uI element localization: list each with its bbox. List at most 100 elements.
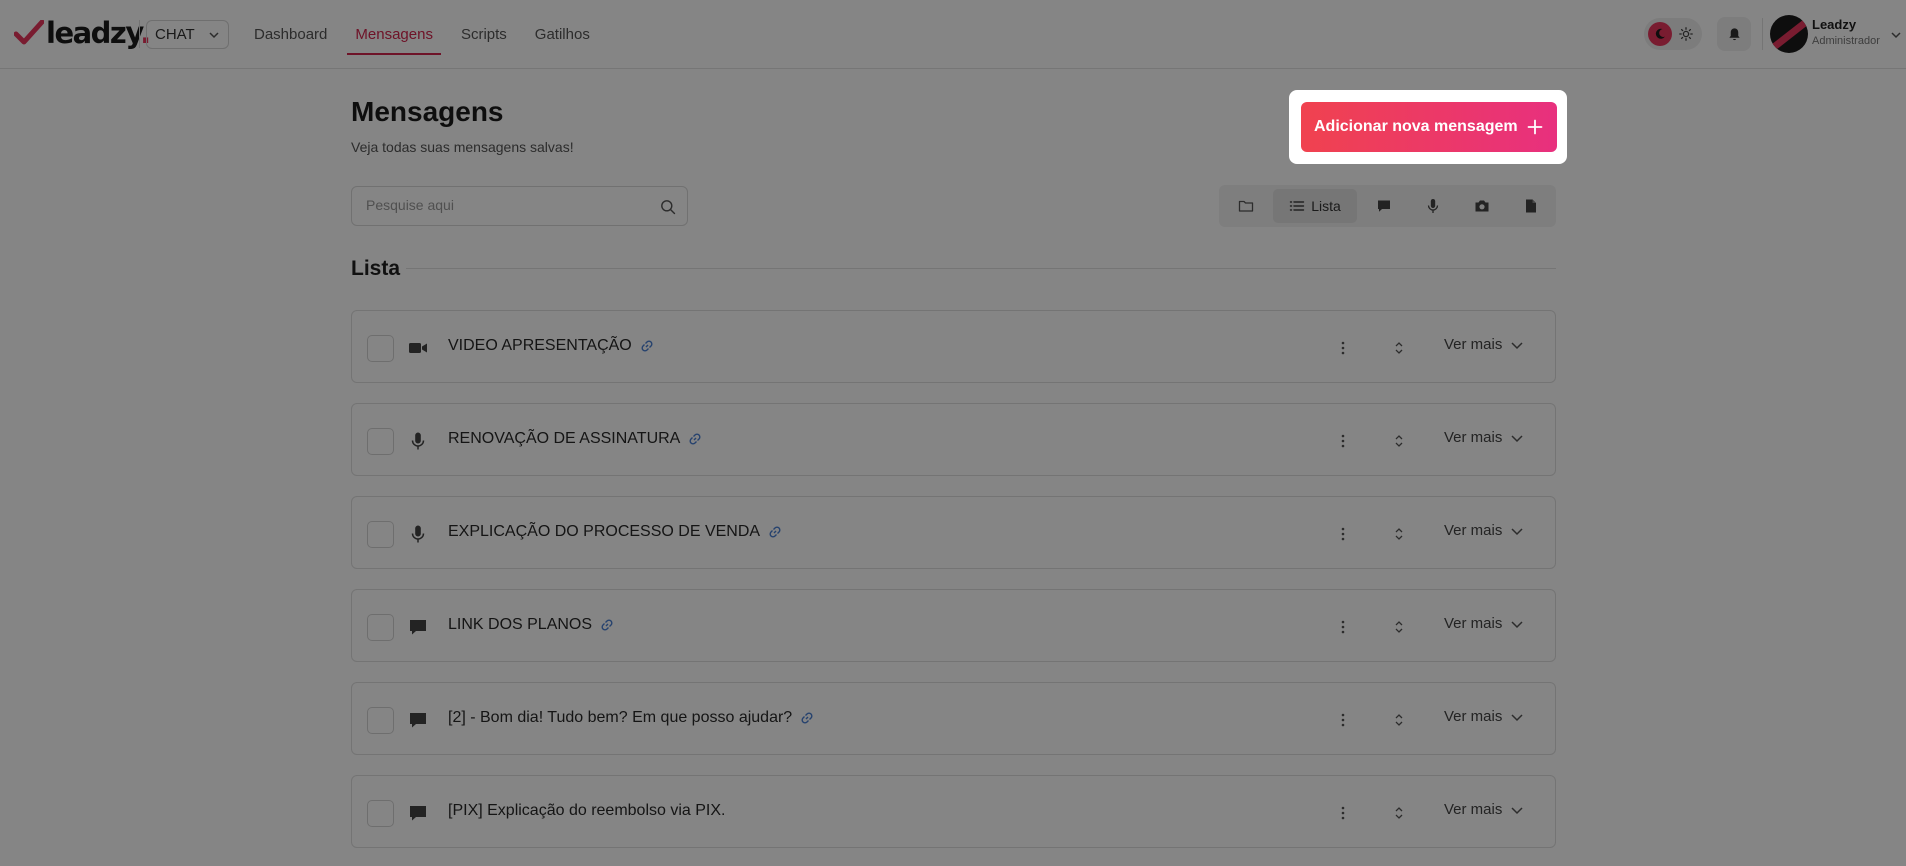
search-input[interactable] <box>366 197 646 213</box>
see-more-button[interactable]: Ver mais <box>1444 708 1524 725</box>
leadzy-logo[interactable]: leadzy. <box>14 16 151 50</box>
message-row[interactable]: RENOVAÇÃO DE ASSINATURA Ver mais <box>351 403 1556 476</box>
chat-bubble-icon <box>1378 200 1390 212</box>
kebab-menu-icon <box>1341 713 1345 727</box>
filter-folder-button[interactable] <box>1229 189 1263 223</box>
message-title: VIDEO APRESENTAÇÃO <box>448 337 654 355</box>
filter-text-button[interactable] <box>1367 189 1401 223</box>
row-checkbox[interactable] <box>367 428 394 455</box>
message-row[interactable]: [PIX] Explicação do reembolso via PIX. V… <box>351 775 1556 848</box>
chevron-up-down-icon <box>1395 714 1403 726</box>
message-row[interactable]: LINK DOS PLANOS Ver mais <box>351 589 1556 662</box>
row-reorder-handle[interactable] <box>1388 430 1410 452</box>
row-menu-button[interactable] <box>1332 709 1354 731</box>
row-checkbox[interactable] <box>367 521 394 548</box>
message-row[interactable]: VIDEO APRESENTAÇÃO Ver mais <box>351 310 1556 383</box>
row-menu-button[interactable] <box>1332 802 1354 824</box>
filter-list-button[interactable]: Lista <box>1273 189 1357 223</box>
filter-image-button[interactable] <box>1465 189 1499 223</box>
chevron-up-down-icon <box>1395 342 1403 354</box>
see-more-button[interactable]: Ver mais <box>1444 522 1524 539</box>
chat-bubble-icon <box>408 710 428 730</box>
filter-document-button[interactable] <box>1514 189 1548 223</box>
kebab-menu-icon <box>1341 806 1345 820</box>
avatar[interactable] <box>1770 15 1808 53</box>
section-title: Lista <box>351 257 401 280</box>
message-title: RENOVAÇÃO DE ASSINATURA <box>448 430 702 448</box>
section-divider <box>406 268 1556 269</box>
message-title: [PIX] Explicação do reembolso via PIX. <box>448 802 726 819</box>
header-divider <box>139 20 140 48</box>
message-title: EXPLICAÇÃO DO PROCESSO DE VENDA <box>448 523 782 541</box>
nav-mensagens[interactable]: Mensagens <box>343 0 445 69</box>
chevron-down-icon <box>1511 341 1523 349</box>
checkmark-logo-icon <box>14 20 44 45</box>
header-divider-right <box>1762 18 1763 50</box>
page-subtitle: Veja todas suas mensagens salvas! <box>351 139 574 155</box>
chevron-down-icon <box>1511 713 1523 721</box>
link-icon[interactable] <box>688 432 702 446</box>
chat-bubble-icon <box>408 617 428 637</box>
row-menu-button[interactable] <box>1332 337 1354 359</box>
chat-bubble-icon <box>408 803 428 823</box>
message-row[interactable]: [2] - Bom dia! Tudo bem? Em que posso aj… <box>351 682 1556 755</box>
kebab-menu-icon <box>1341 434 1345 448</box>
plus-icon <box>1527 119 1543 135</box>
product-select[interactable]: CHAT <box>146 20 229 49</box>
microphone-icon <box>1427 199 1439 213</box>
see-more-button[interactable]: Ver mais <box>1444 801 1524 818</box>
chevron-down-icon <box>1511 620 1523 628</box>
nav-gatilhos[interactable]: Gatilhos <box>523 0 602 69</box>
nav-dashboard[interactable]: Dashboard <box>242 0 339 69</box>
search-box <box>351 186 688 226</box>
logo-wordmark: leadzy. <box>46 16 151 50</box>
row-reorder-handle[interactable] <box>1388 337 1410 359</box>
search-icon[interactable] <box>660 199 676 215</box>
add-message-button-label: Adicionar nova mensagem <box>1314 118 1518 135</box>
user-info[interactable]: Leadzy Administrador <box>1812 17 1880 47</box>
message-row[interactable]: EXPLICAÇÃO DO PROCESSO DE VENDA Ver mais <box>351 496 1556 569</box>
theme-toggle[interactable] <box>1644 18 1702 50</box>
chevron-down-icon <box>1511 806 1523 814</box>
sun-icon <box>1674 22 1698 46</box>
row-reorder-handle[interactable] <box>1388 523 1410 545</box>
kebab-menu-icon <box>1341 527 1345 541</box>
row-reorder-handle[interactable] <box>1388 802 1410 824</box>
row-menu-button[interactable] <box>1332 430 1354 452</box>
see-more-button[interactable]: Ver mais <box>1444 429 1524 446</box>
row-checkbox[interactable] <box>367 707 394 734</box>
see-more-button[interactable]: Ver mais <box>1444 615 1524 632</box>
kebab-menu-icon <box>1341 620 1345 634</box>
type-filter-bar: Lista <box>1219 185 1556 227</box>
chevron-down-icon[interactable] <box>1890 29 1902 41</box>
message-title: [2] - Bom dia! Tudo bem? Em que posso aj… <box>448 709 814 727</box>
filter-list-label: Lista <box>1311 198 1341 214</box>
microphone-icon <box>408 524 428 544</box>
message-title: LINK DOS PLANOS <box>448 616 614 634</box>
row-checkbox[interactable] <box>367 614 394 641</box>
chevron-up-down-icon <box>1395 528 1403 540</box>
row-checkbox[interactable] <box>367 335 394 362</box>
notifications-button[interactable] <box>1717 17 1751 51</box>
row-reorder-handle[interactable] <box>1388 616 1410 638</box>
link-icon[interactable] <box>800 711 814 725</box>
top-header: leadzy. CHAT Dashboard Mensagens Scripts… <box>0 0 1906 69</box>
chevron-up-down-icon <box>1395 621 1403 633</box>
chevron-up-down-icon <box>1395 807 1403 819</box>
row-reorder-handle[interactable] <box>1388 709 1410 731</box>
page-title: Mensagens <box>351 96 504 127</box>
link-icon[interactable] <box>768 525 782 539</box>
link-icon[interactable] <box>600 618 614 632</box>
list-icon <box>1290 201 1305 211</box>
nav-scripts[interactable]: Scripts <box>449 0 519 69</box>
add-message-button[interactable]: Adicionar nova mensagem <box>1301 102 1557 152</box>
row-menu-button[interactable] <box>1332 523 1354 545</box>
add-button-highlight: Adicionar nova mensagem <box>1289 90 1567 164</box>
link-icon[interactable] <box>640 339 654 353</box>
moon-icon <box>1648 22 1672 46</box>
see-more-button[interactable]: Ver mais <box>1444 336 1524 353</box>
row-menu-button[interactable] <box>1332 616 1354 638</box>
product-select-value: CHAT <box>155 26 195 43</box>
row-checkbox[interactable] <box>367 800 394 827</box>
filter-audio-button[interactable] <box>1416 189 1450 223</box>
